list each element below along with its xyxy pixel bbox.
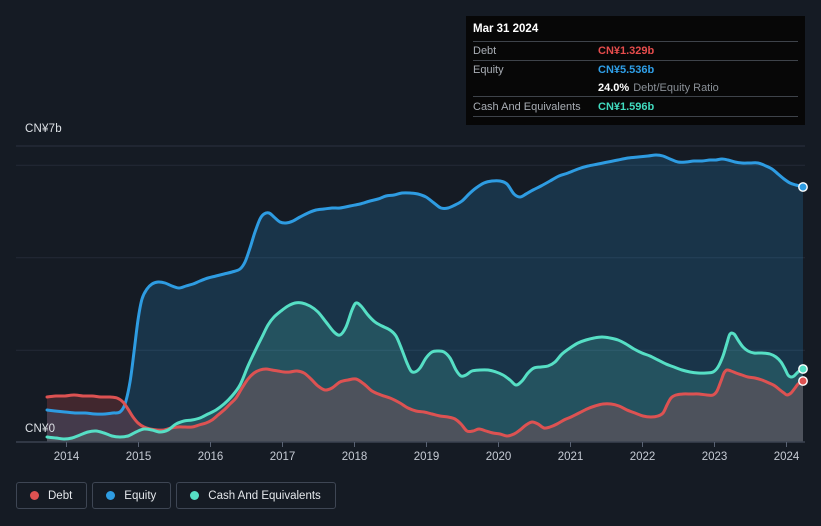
tooltip-equity-value: CN¥5.536b	[598, 64, 655, 76]
tooltip-date: Mar 31 2024	[473, 16, 798, 42]
y-axis-min-label: CN¥0	[25, 423, 56, 435]
x-axis-label-2020: 2020	[486, 451, 512, 463]
tooltip-cash-value: CN¥1.596b	[598, 100, 655, 113]
tooltip-debt-row: Debt CN¥1.329b	[473, 42, 798, 61]
x-axis-label-2018: 2018	[342, 451, 368, 463]
tooltip-debt-label: Debt	[473, 45, 497, 57]
x-axis-label-2014: 2014	[54, 451, 80, 463]
legend-item-cash[interactable]: Cash And Equivalents	[176, 482, 336, 509]
chart-tooltip: Mar 31 2024 Debt CN¥1.329b Equity CN¥5.5…	[466, 16, 805, 125]
chart-legend: Debt Equity Cash And Equivalents	[16, 482, 336, 509]
tooltip-ratio-row: 24.0% Debt/Equity Ratio	[473, 79, 798, 97]
x-axis-label-2016: 2016	[198, 451, 224, 463]
tooltip-cash-row: Cash And Equivalents CN¥1.596b	[473, 97, 798, 117]
y-axis-max-label: CN¥7b	[25, 123, 62, 135]
debt-equity-history-chart: 2014 2015 2016 2017 2018 2019 2020 2021 2022 2023…	[0, 0, 821, 526]
cash-legend-dot-icon	[190, 491, 200, 500]
x-axis-label-2021: 2021	[558, 451, 584, 463]
legend-debt-label: Debt	[48, 489, 73, 502]
legend-item-equity[interactable]: Equity	[92, 482, 172, 509]
tooltip-equity-row: Equity CN¥5.536b	[473, 61, 798, 79]
tooltip-ratio-label: Debt/Equity Ratio	[633, 81, 719, 94]
legend-equity-label: Equity	[124, 489, 157, 502]
legend-cash-label: Cash And Equivalents	[208, 489, 321, 502]
debt-legend-dot-icon	[30, 491, 39, 500]
x-axis-label-2017: 2017	[270, 451, 296, 463]
tooltip-debt-value: CN¥1.329b	[598, 45, 655, 57]
x-axis-label-2024: 2024	[774, 451, 800, 463]
tooltip-cash-label: Cash And Equivalents	[473, 100, 581, 113]
equity-legend-dot-icon	[106, 491, 116, 500]
equity-endpoint-dot	[798, 182, 808, 192]
x-axis-label-2023: 2023	[702, 451, 728, 463]
legend-item-debt[interactable]: Debt	[16, 482, 88, 509]
x-axis-label-2019: 2019	[414, 451, 440, 463]
tooltip-equity-label: Equity	[473, 64, 504, 76]
cash-endpoint-dot	[798, 364, 808, 374]
x-axis-label-2022: 2022	[630, 451, 656, 463]
tooltip-ratio-value: 24.0%	[598, 81, 630, 94]
x-axis-label-2015: 2015	[126, 451, 152, 463]
debt-endpoint-dot	[798, 376, 808, 386]
